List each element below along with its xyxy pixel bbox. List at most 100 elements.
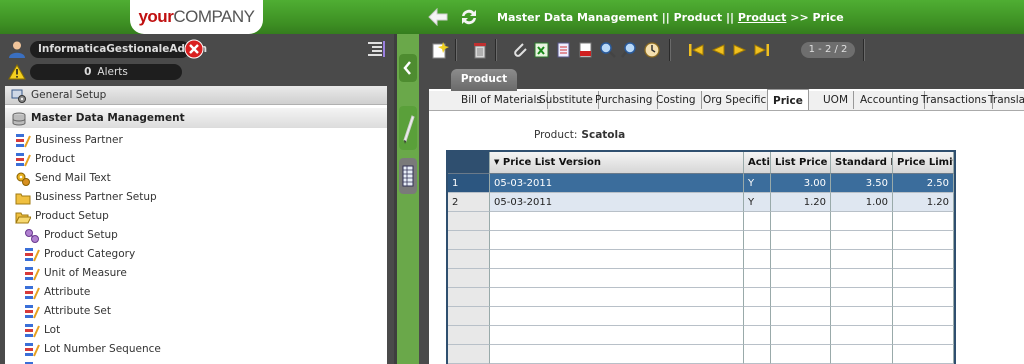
collapse-panel-icon[interactable] xyxy=(399,54,417,82)
menu-item-label: Product Category xyxy=(44,248,136,260)
side-tabs xyxy=(397,34,419,364)
breadcrumb-product-link[interactable]: Product xyxy=(738,11,787,24)
attachment-icon[interactable] xyxy=(511,41,529,59)
cell-price-list-version[interactable]: 05-03-2011 xyxy=(490,174,744,193)
subtab-accounting[interactable]: Accounting xyxy=(855,91,925,109)
cell-price-limit[interactable]: 2.50 xyxy=(893,174,954,193)
refresh-icon[interactable] xyxy=(459,7,479,27)
subtab-price[interactable]: Price xyxy=(767,89,809,110)
logout-icon[interactable] xyxy=(184,39,204,59)
empty-cell xyxy=(893,212,954,231)
cell-standard-price[interactable]: 1.00 xyxy=(831,193,893,212)
empty-cell xyxy=(490,250,744,269)
history-icon[interactable] xyxy=(643,41,661,59)
user-name[interactable]: InformaticaGestionaleAdmin xyxy=(30,41,207,58)
empty-cell xyxy=(744,288,771,307)
subtab-translation[interactable]: Transla xyxy=(983,91,1024,109)
user-icon xyxy=(9,41,25,58)
menu-tree: General Setup Master Data Management Bus… xyxy=(5,86,387,364)
previous-record-icon[interactable] xyxy=(709,41,727,59)
menu-master-data-management[interactable]: Master Data Management xyxy=(5,108,387,128)
print-icon[interactable] xyxy=(555,41,573,59)
tab-product[interactable]: Product xyxy=(451,69,517,91)
process-icon xyxy=(16,172,30,186)
toolbar-separator xyxy=(455,39,457,61)
subtab-uom[interactable]: UOM xyxy=(818,91,855,109)
menu-label: Master Data Management xyxy=(31,112,185,124)
record-counter: 1 - 2 / 2 xyxy=(801,42,855,58)
cell-price-limit[interactable]: 1.20 xyxy=(893,193,954,212)
empty-cell xyxy=(831,345,893,364)
database-icon xyxy=(12,112,26,126)
menu-item-label: Product Setup xyxy=(35,210,109,222)
warning-icon xyxy=(8,64,26,80)
window-icon xyxy=(16,134,31,148)
row-number[interactable]: 2 xyxy=(448,193,490,212)
subtab-org-specific[interactable]: Org Specific xyxy=(698,91,773,109)
menu-item-label: Business Partner Setup xyxy=(35,191,157,203)
empty-cell xyxy=(893,288,954,307)
company-logo[interactable]: yourCOMPANY xyxy=(130,0,263,34)
cell-active[interactable]: Y xyxy=(744,193,771,212)
last-record-icon[interactable] xyxy=(753,41,771,59)
edit-view-icon[interactable] xyxy=(399,106,417,150)
setup-icon xyxy=(25,229,39,243)
export-excel-icon[interactable] xyxy=(533,41,551,59)
cell-active[interactable]: Y xyxy=(744,174,771,193)
menu-item-label: Product xyxy=(35,153,75,165)
menu-general-setup[interactable]: General Setup xyxy=(5,86,387,105)
next-record-icon[interactable] xyxy=(731,41,749,59)
cell-list-price[interactable]: 1.20 xyxy=(771,193,831,212)
audit-search-icon[interactable] xyxy=(621,41,639,59)
subtab-transactions[interactable]: Transactions xyxy=(916,91,993,109)
left-panel: InformaticaGestionaleAdmin 0 Alerts Gene… xyxy=(0,34,397,364)
column-header-price-limit[interactable]: Price Limit xyxy=(893,152,954,174)
column-header-price-list-version[interactable]: ▼ Price List Version xyxy=(490,152,744,174)
empty-cell xyxy=(893,345,954,364)
toolbar: 1 - 2 / 2 xyxy=(419,34,1024,68)
column-header-standard-price[interactable]: Standard Pr xyxy=(831,152,893,174)
user-row: InformaticaGestionaleAdmin xyxy=(6,38,391,60)
empty-cell xyxy=(744,269,771,288)
back-arrow-icon[interactable] xyxy=(428,8,448,26)
empty-cell xyxy=(771,307,831,326)
folder-open-icon xyxy=(15,212,31,224)
grid-view-icon[interactable] xyxy=(399,158,417,194)
collapse-tree-icon[interactable] xyxy=(366,40,386,58)
settings-icon xyxy=(11,89,26,103)
column-header-active[interactable]: Acti xyxy=(744,152,771,174)
grid-corner-cell xyxy=(448,152,490,174)
empty-cell xyxy=(893,231,954,250)
empty-cell xyxy=(490,231,744,250)
row-number[interactable]: 1 xyxy=(448,174,490,193)
cell-list-price[interactable]: 3.00 xyxy=(771,174,831,193)
empty-cell xyxy=(448,288,490,307)
empty-cell xyxy=(831,250,893,269)
empty-cell xyxy=(448,212,490,231)
subtab-purchasing[interactable]: Purchasing xyxy=(590,91,659,109)
folder-icon xyxy=(15,193,31,205)
empty-cell xyxy=(448,307,490,326)
subtab-costing[interactable]: Costing xyxy=(651,91,702,109)
empty-cell xyxy=(744,345,771,364)
first-record-icon[interactable] xyxy=(687,41,705,59)
new-record-icon[interactable] xyxy=(431,41,449,59)
empty-cell xyxy=(771,231,831,250)
breadcrumb-current: >> Price xyxy=(790,11,844,24)
search-icon[interactable] xyxy=(599,41,617,59)
window-icon xyxy=(25,286,40,300)
alert-row: 0 Alerts xyxy=(6,62,391,82)
empty-cell xyxy=(771,250,831,269)
menu-item-label: Attribute xyxy=(44,286,91,298)
cell-price-list-version[interactable]: 05-03-2011 xyxy=(490,193,744,212)
delete-icon[interactable] xyxy=(471,41,489,59)
empty-cell xyxy=(448,326,490,345)
alerts-indicator[interactable]: 0 Alerts xyxy=(30,64,182,80)
empty-cell xyxy=(490,307,744,326)
cell-standard-price[interactable]: 3.50 xyxy=(831,174,893,193)
pdf-icon[interactable] xyxy=(577,41,595,59)
column-header-list-price[interactable]: List Price xyxy=(771,152,831,174)
menu-item-label: Lot xyxy=(44,324,61,336)
empty-cell xyxy=(893,307,954,326)
empty-cell xyxy=(831,212,893,231)
